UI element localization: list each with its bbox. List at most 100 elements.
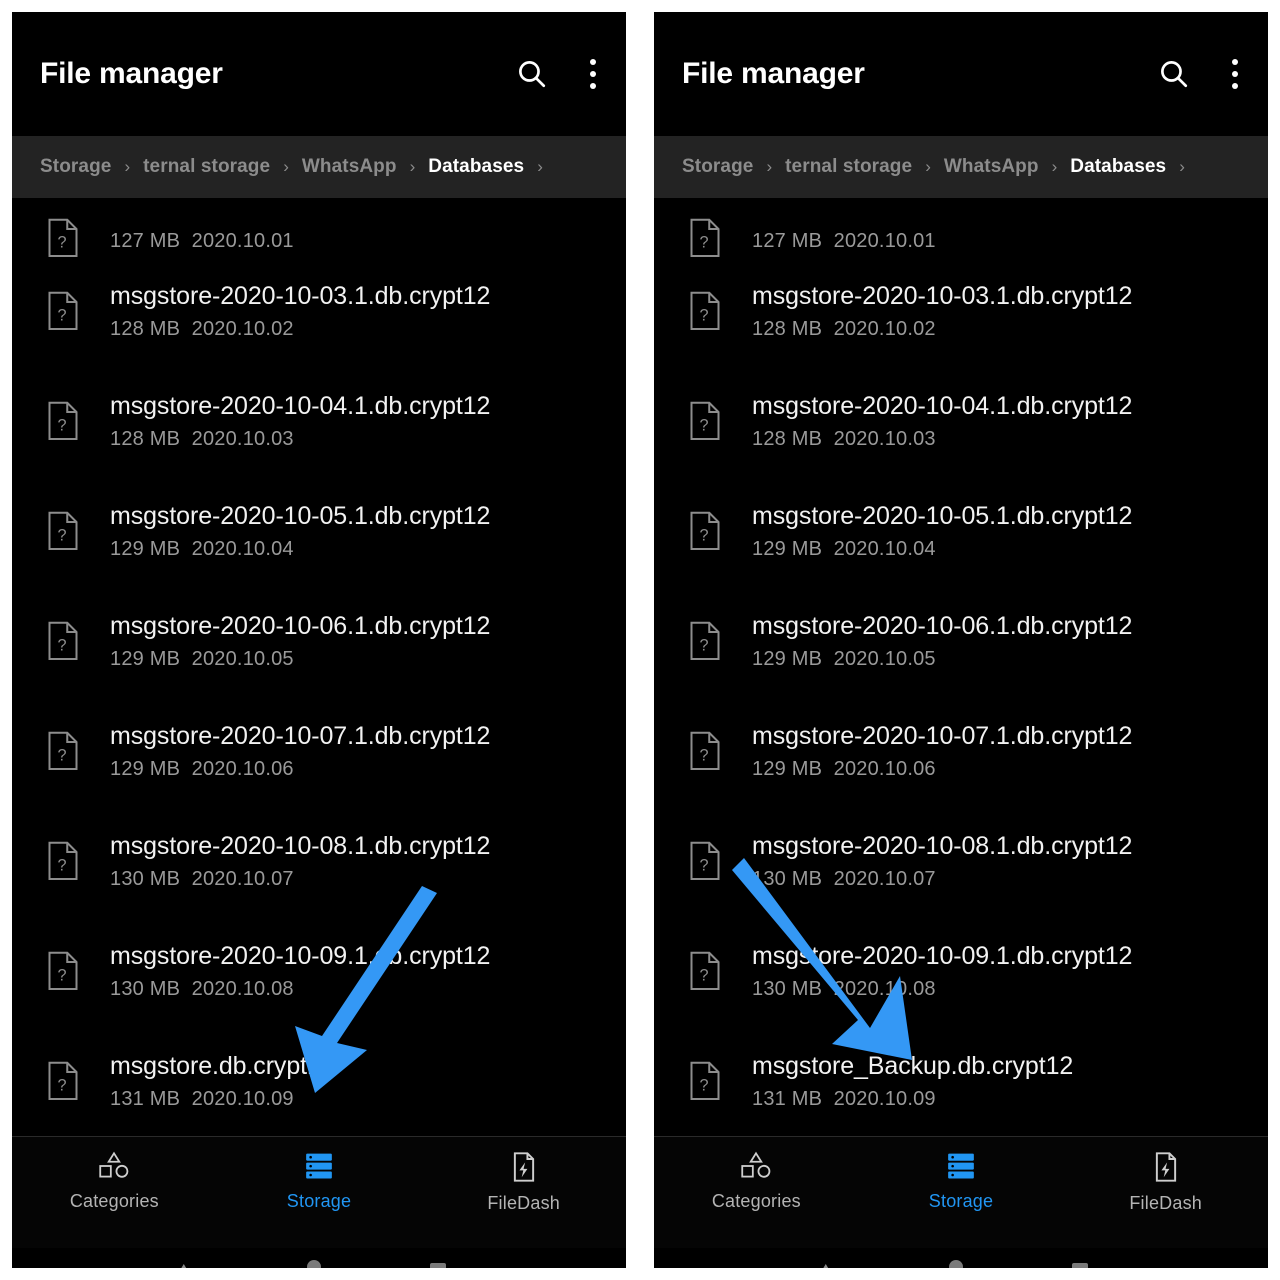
nav-item-storage[interactable]: Storage [859, 1151, 1064, 1212]
storage-stack-icon [948, 1153, 974, 1179]
chevron-right-icon: › [766, 157, 773, 176]
unknown-file-icon: ? [46, 951, 80, 991]
svg-text:?: ? [57, 233, 66, 251]
search-icon[interactable] [1154, 54, 1194, 94]
file-meta: 127 MB 2020.10.01 [110, 223, 294, 254]
unknown-file-icon: ? [48, 401, 78, 440]
file-list-item[interactable]: ? msgstore-2020-10-03.1.db.crypt12 128 MB … [654, 256, 1268, 366]
file-list-item[interactable]: ? msgstore-2020-10-08.1.db.crypt12 130 MB … [654, 806, 1268, 916]
file-name: msgstore-2020-10-06.1.db.crypt12 [752, 611, 1133, 640]
svg-text:?: ? [699, 636, 708, 654]
system-home-button[interactable] [306, 1260, 321, 1268]
file-list-item[interactable]: ? msgstore-2020-10-09.1.db.crypt12 130 MB … [654, 916, 1268, 1026]
file-size-and-date: 129 MB 2020.10.04 [110, 537, 294, 560]
svg-text:?: ? [57, 636, 66, 654]
breadcrumb-item-internal-storage[interactable]: ternal storage [143, 156, 270, 178]
file-meta: msgstore-2020-10-05.1.db.crypt12 129 MB 2… [110, 501, 490, 562]
file-list-item[interactable]: ? msgstore-2020-10-06.1.db.crypt12 129 MB … [654, 586, 1268, 696]
file-meta: msgstore_Backup.db.crypt12 131 MB 2020.10… [752, 1051, 1073, 1112]
file-meta: msgstore-2020-10-05.1.db.crypt12 129 MB 2… [752, 501, 1132, 562]
file-list[interactable]: ? 127 MB 2020.10.01? msgstore-2020-10-03.1… [654, 198, 1268, 1136]
file-size-and-date: 129 MB 2020.10.04 [752, 537, 936, 560]
chevron-right-icon: › [124, 157, 131, 176]
file-name: msgstore-2020-10-09.1.db.crypt12 [110, 941, 491, 970]
file-meta: msgstore-2020-10-08.1.db.crypt12 130 MB 2… [110, 831, 490, 892]
file-size-and-date: 131 MB 2020.10.09 [110, 1087, 294, 1110]
unknown-file-icon: ? [688, 951, 722, 991]
breadcrumb-item-whatsapp[interactable]: WhatsApp [944, 156, 1039, 178]
bottom-navigation-bar: Categories Storage FileDash [12, 1136, 626, 1248]
system-back-button[interactable] [177, 1264, 190, 1268]
file-list-item[interactable]: ? msgstore-2020-10-06.1.db.crypt12 129 MB … [12, 586, 626, 696]
file-list-item[interactable]: ? msgstore-2020-10-09.1.db.crypt12 130 MB … [12, 916, 626, 1026]
search-icon[interactable] [512, 54, 552, 94]
file-list-item[interactable]: ? msgstore-2020-10-05.1.db.crypt12 129 MB … [654, 476, 1268, 586]
file-meta: msgstore-2020-10-04.1.db.crypt12 128 MB 2… [110, 391, 490, 452]
system-recents-button[interactable] [1071, 1263, 1088, 1268]
file-name: msgstore-2020-10-03.1.db.crypt12 [110, 281, 491, 310]
file-list-item[interactable]: ? msgstore-2020-10-07.1.db.crypt12 129 MB … [12, 696, 626, 806]
breadcrumb-item-storage[interactable]: Storage [40, 156, 111, 178]
file-meta: msgstore-2020-10-04.1.db.crypt12 128 MB 2… [752, 391, 1132, 452]
file-list-item[interactable]: ? msgstore-2020-10-04.1.db.crypt12 128 MB … [12, 366, 626, 476]
file-size-and-date: 130 MB 2020.10.07 [110, 867, 294, 890]
unknown-file-icon: ? [688, 621, 722, 661]
page-title: File manager [40, 57, 223, 90]
unknown-file-icon: ? [48, 291, 78, 330]
system-back-button[interactable] [819, 1264, 832, 1268]
svg-text:?: ? [699, 746, 708, 764]
file-name: msgstore.db.crypt12 [110, 1051, 335, 1080]
nav-item-categories[interactable]: Categories [12, 1151, 217, 1212]
file-list-item[interactable]: ? msgstore-2020-10-04.1.db.crypt12 128 MB … [654, 366, 1268, 476]
nav-item-filedash[interactable]: FileDash [421, 1151, 626, 1214]
chevron-right-icon: › [537, 157, 543, 176]
breadcrumb-item-databases[interactable]: Databases [1070, 156, 1166, 178]
file-list-item[interactable]: ? 127 MB 2020.10.01 [654, 198, 1268, 257]
svg-text:?: ? [57, 856, 66, 874]
phone-screen-left: File manager Storage › ternal storage › … [12, 12, 626, 1268]
file-size-and-date: 129 MB 2020.10.05 [110, 647, 294, 670]
system-home-button[interactable] [948, 1260, 963, 1268]
breadcrumb-item-whatsapp[interactable]: WhatsApp [302, 156, 397, 178]
file-list-item[interactable]: ? msgstore_Backup.db.crypt12 131 MB 2020.1… [654, 1026, 1268, 1136]
chevron-right-icon: › [1179, 157, 1185, 176]
unknown-file-icon: ? [688, 511, 722, 551]
unknown-file-icon: ? [46, 1061, 80, 1101]
file-list-item[interactable]: ? msgstore-2020-10-07.1.db.crypt12 129 MB … [654, 696, 1268, 806]
file-size-and-date: 130 MB 2020.10.08 [752, 977, 936, 1000]
unknown-file-icon: ? [48, 1061, 78, 1100]
overflow-menu-icon[interactable] [582, 54, 604, 94]
unknown-file-icon: ? [46, 218, 80, 258]
nav-item-storage[interactable]: Storage [217, 1151, 422, 1212]
file-meta: msgstore.db.crypt12 131 MB 2020.10.09 [110, 1051, 335, 1112]
unknown-file-icon: ? [688, 1061, 722, 1101]
unknown-file-icon: ? [46, 731, 80, 771]
file-list-item[interactable]: ? msgstore.db.crypt12 131 MB 2020.10.09 [12, 1026, 626, 1136]
svg-text:?: ? [57, 416, 66, 434]
breadcrumb-item-databases[interactable]: Databases [428, 156, 524, 178]
overflow-menu-icon[interactable] [1224, 54, 1246, 94]
svg-text:?: ? [57, 306, 66, 324]
bottom-navigation-bar: Categories Storage FileDash [654, 1136, 1268, 1248]
breadcrumb-item-internal-storage[interactable]: ternal storage [785, 156, 912, 178]
file-name: msgstore-2020-10-04.1.db.crypt12 [110, 391, 491, 420]
file-size-and-date: 127 MB 2020.10.01 [110, 230, 294, 252]
file-list[interactable]: ? 127 MB 2020.10.01? msgstore-2020-10-03.1… [12, 198, 626, 1136]
file-list-item[interactable]: ? 127 MB 2020.10.01 [12, 198, 626, 258]
file-list-item[interactable]: ? msgstore-2020-10-05.1.db.crypt12 129 MB … [12, 476, 626, 586]
system-recents-button[interactable] [429, 1263, 446, 1268]
svg-text:?: ? [699, 233, 708, 251]
breadcrumb-item-storage[interactable]: Storage [682, 156, 753, 178]
file-list-item[interactable]: ? msgstore-2020-10-08.1.db.crypt12 130 MB … [12, 806, 626, 916]
nav-item-categories[interactable]: Categories [654, 1151, 859, 1212]
nav-label-categories: Categories [69, 1191, 159, 1211]
page-title: File manager [682, 57, 865, 90]
file-name: msgstore_Backup.db.crypt12 [752, 1051, 1074, 1080]
screenshot-stage: File manager Storage › ternal storage › … [0, 0, 1280, 1280]
nav-item-filedash[interactable]: FileDash [1063, 1151, 1268, 1214]
nav-label-filedash: FileDash [487, 1193, 560, 1213]
unknown-file-icon: ? [48, 511, 78, 550]
unknown-file-icon: ? [690, 511, 720, 550]
file-list-item[interactable]: ? msgstore-2020-10-03.1.db.crypt12 128 MB … [12, 256, 626, 366]
unknown-file-icon: ? [688, 841, 722, 881]
